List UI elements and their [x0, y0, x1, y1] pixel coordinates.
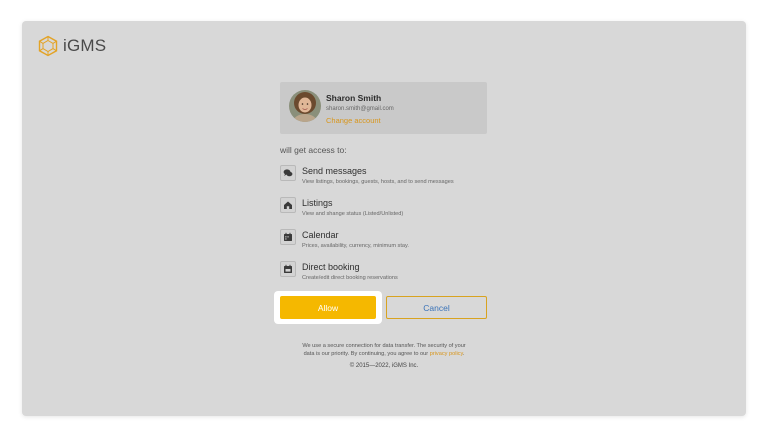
cancel-button[interactable]: Cancel [386, 296, 487, 319]
chat-bubbles-icon [280, 165, 296, 181]
permission-description: View listings, bookings, guests, hosts, … [302, 179, 454, 185]
security-text-line-1: We use a secure connection for data tran… [302, 343, 466, 349]
brand-logo: iGMS [37, 35, 106, 57]
permission-direct-booking: Direct booking Create/edit direct bookin… [280, 261, 500, 287]
brand-name: iGMS [63, 36, 107, 55]
permission-description: Create/edit direct booking reservations [302, 275, 398, 281]
calendar-icon [280, 229, 296, 245]
permission-title: Send messages [302, 166, 367, 176]
permission-send-messages: Send messages View listings, bookings, g… [280, 165, 500, 191]
permission-title: Direct booking [302, 262, 360, 272]
permission-description: View and shange status (Listed/Unlisted) [302, 211, 404, 217]
security-text-period: . [462, 351, 465, 357]
permission-listings: Listings View and shange status (Listed/… [280, 197, 500, 223]
permission-description: Prices, availability, currency, minimum … [302, 243, 409, 249]
house-icon [280, 197, 296, 213]
account-email: sharon.smith@gmail.com [326, 106, 394, 112]
allow-button[interactable]: Allow [280, 296, 376, 319]
account-card: Sharon Smith sharon.smith@gmail.com Chan… [280, 82, 487, 134]
igms-logo-icon [38, 35, 58, 57]
security-text-line-2: data is our priority. By continuing, you… [264, 350, 504, 358]
avatar-photo-icon [289, 90, 321, 122]
copyright: © 2015—2022, iGMS Inc. [349, 363, 419, 369]
account-name: Sharon Smith [326, 93, 382, 103]
security-text-prefix: data is our priority. By continuing, you… [303, 351, 430, 357]
permission-calendar: Calendar Prices, availability, currency,… [280, 229, 500, 255]
authorization-panel: iGMS Sharon Smith sharon.smith@gmail.com… [22, 21, 746, 416]
permission-title: Calendar [302, 230, 339, 240]
access-heading: will get access to: [280, 145, 347, 155]
avatar [289, 90, 321, 122]
change-account-link[interactable]: Change account [326, 116, 381, 125]
security-notice: We use a secure connection for data tran… [264, 342, 504, 358]
permission-title: Listings [302, 198, 333, 208]
calendar-booking-icon [280, 261, 296, 277]
allow-button-highlight: Allow [274, 291, 382, 324]
privacy-policy-link[interactable]: privacy policy [430, 351, 463, 357]
